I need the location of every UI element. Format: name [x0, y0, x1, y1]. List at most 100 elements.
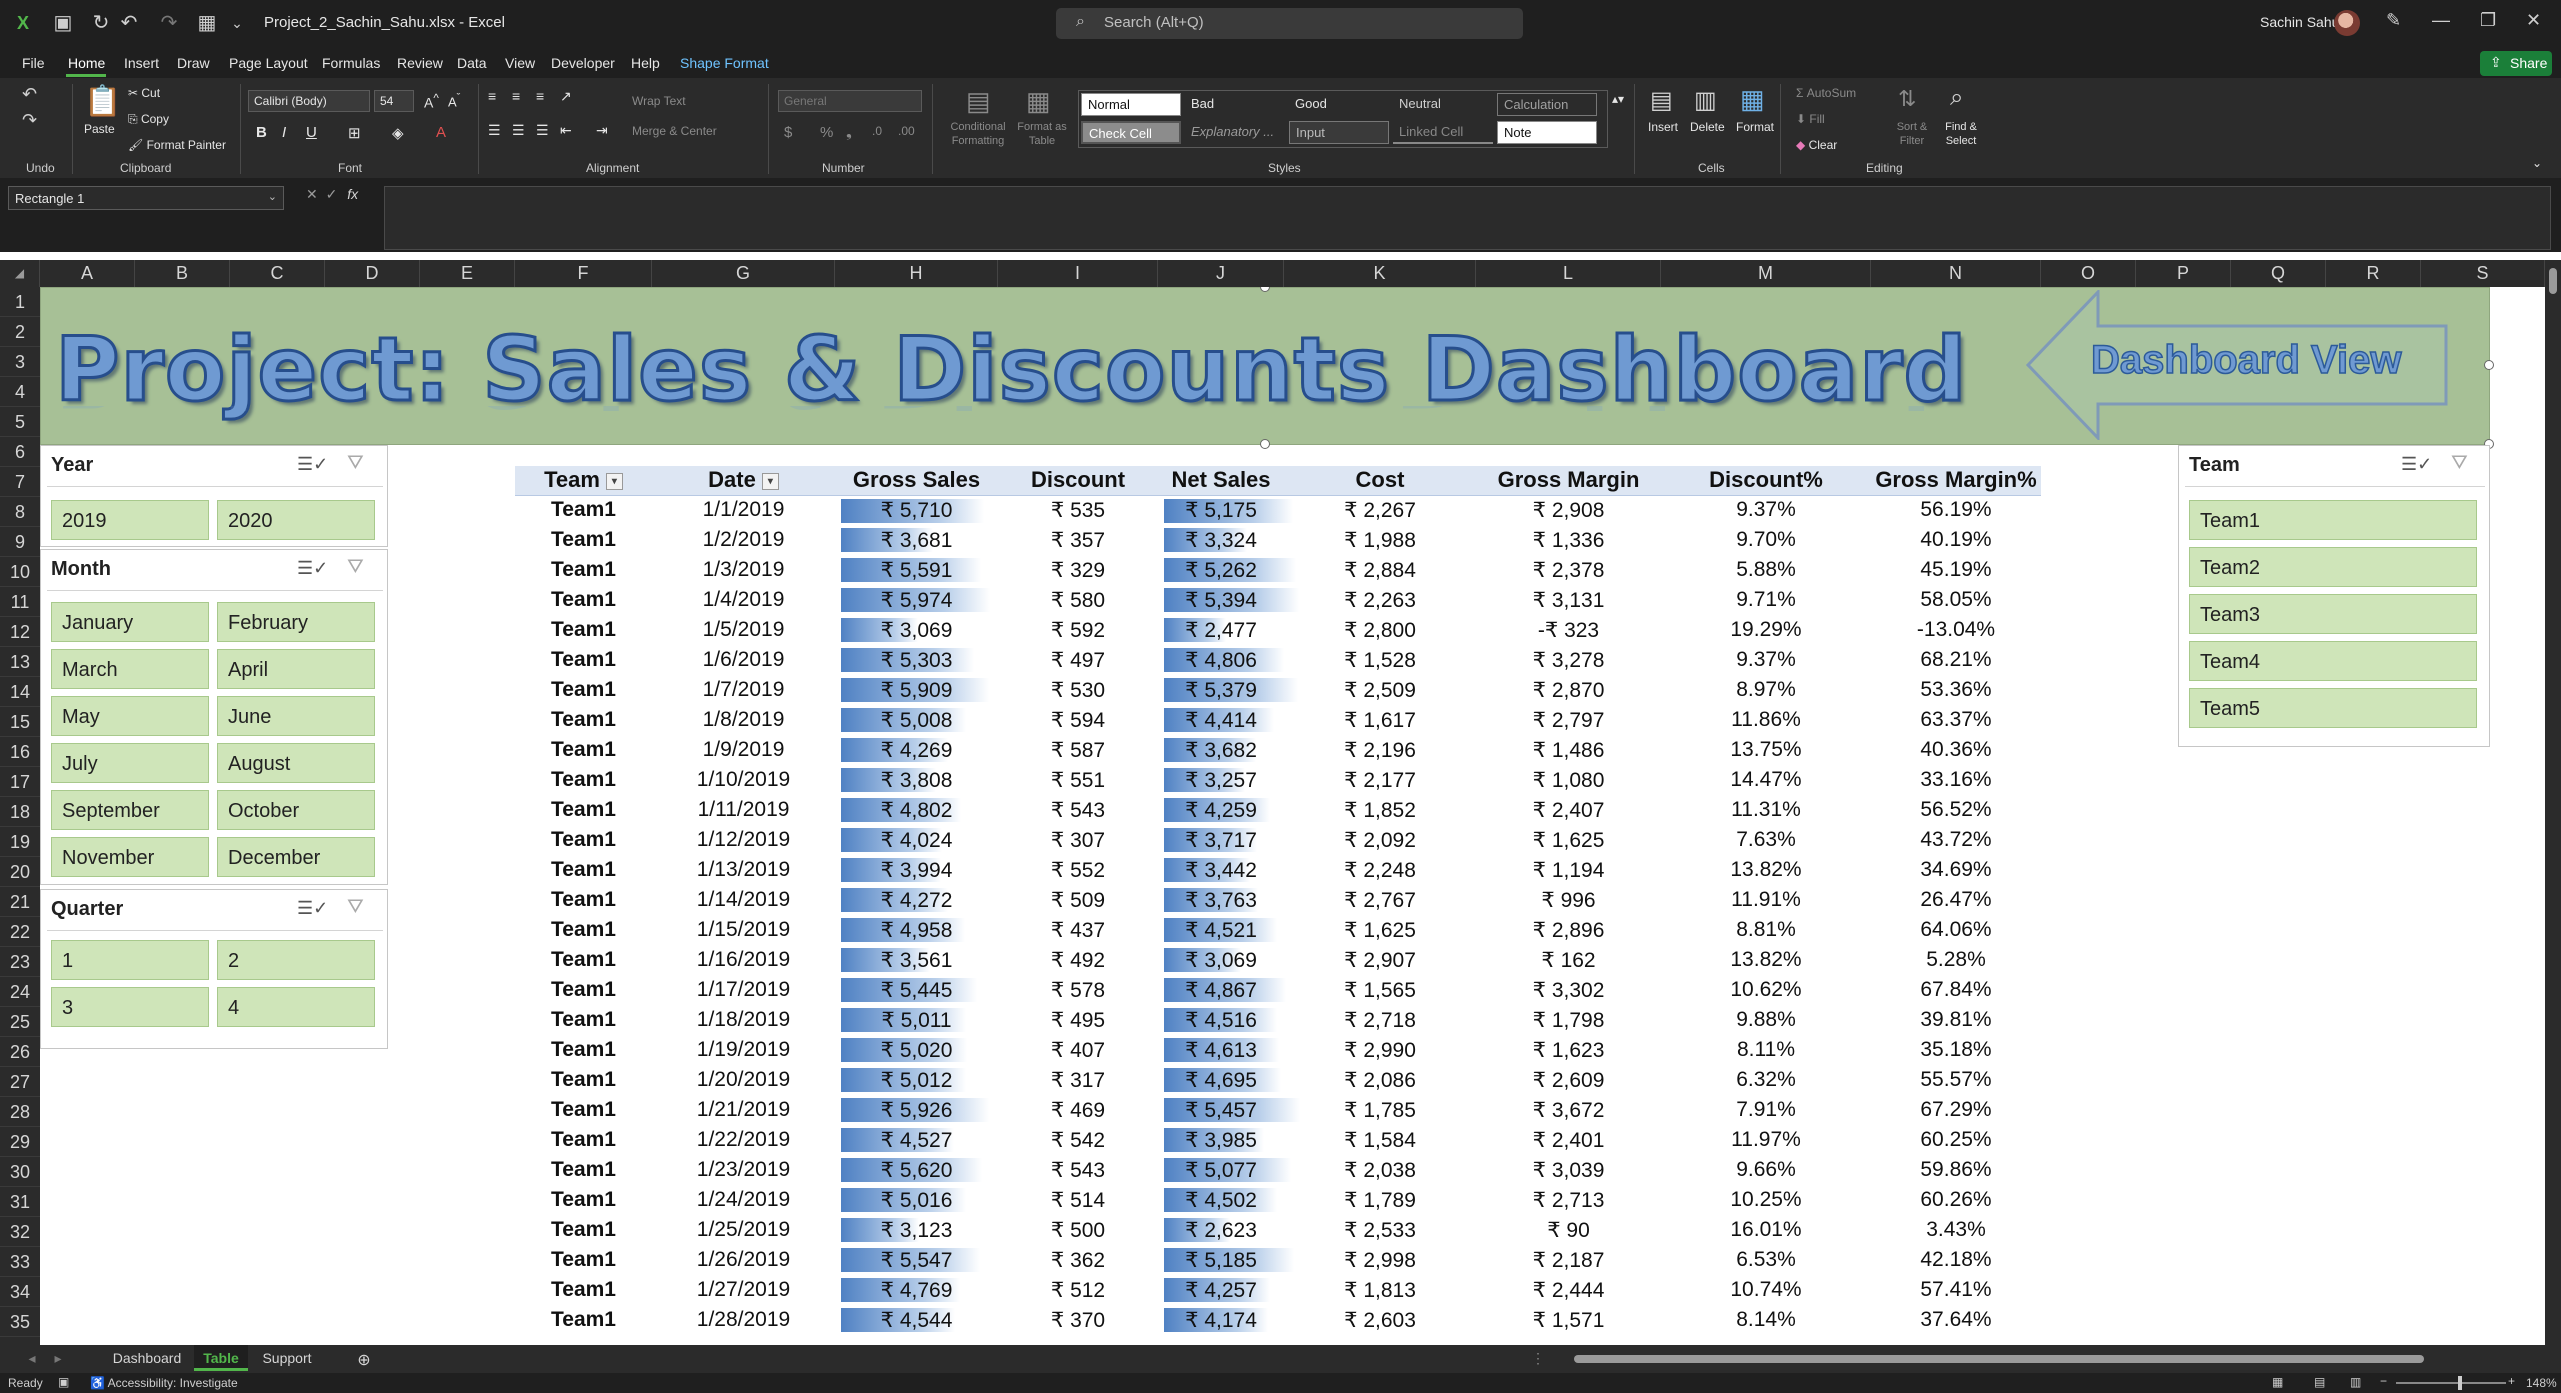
style-normal[interactable]: Normal: [1081, 93, 1181, 116]
cost-cell[interactable]: ₹ 1,528: [1284, 645, 1476, 675]
column-header[interactable]: L: [1476, 260, 1661, 287]
discount-pct-cell[interactable]: 8.14%: [1661, 1305, 1871, 1335]
gross-margin-pct-cell[interactable]: 45.19%: [1871, 555, 2041, 585]
gross-sales-cell[interactable]: ₹ 4,544: [835, 1305, 998, 1335]
slicer-item-december[interactable]: December: [217, 837, 375, 877]
format-button[interactable]: Format: [1736, 120, 1774, 134]
date-cell[interactable]: 1/2/2019: [652, 525, 835, 555]
insert-button[interactable]: Insert: [1648, 120, 1678, 134]
copy-button[interactable]: ⎘ Copy: [128, 112, 169, 127]
row-header[interactable]: 4: [0, 377, 40, 407]
delete-cells-icon[interactable]: ▥: [1694, 86, 1717, 115]
cost-cell[interactable]: ₹ 2,177: [1284, 765, 1476, 795]
gross-margin-cell[interactable]: ₹ 2,870: [1476, 675, 1661, 705]
discount-pct-cell[interactable]: 13.82%: [1661, 945, 1871, 975]
row-header[interactable]: 16: [0, 737, 40, 767]
team-cell[interactable]: Team1: [515, 735, 652, 765]
cost-cell[interactable]: ₹ 1,852: [1284, 795, 1476, 825]
clear-filter-icon[interactable]: ⛛: [347, 452, 364, 475]
gross-margin-cell[interactable]: ₹ 1,194: [1476, 855, 1661, 885]
gross-margin-cell[interactable]: ₹ 3,672: [1476, 1095, 1661, 1125]
cost-cell[interactable]: ₹ 2,509: [1284, 675, 1476, 705]
gross-margin-pct-cell[interactable]: 55.57%: [1871, 1065, 2041, 1095]
insert-cells-icon[interactable]: ▤: [1650, 86, 1673, 115]
decrease-indent-icon[interactable]: ⇤: [560, 122, 572, 139]
date-cell[interactable]: 1/3/2019: [652, 555, 835, 585]
delete-button[interactable]: Delete: [1690, 120, 1725, 134]
cost-cell[interactable]: ₹ 2,248: [1284, 855, 1476, 885]
conditional-formatting-button[interactable]: Conditional Formatting: [944, 120, 1012, 148]
fill-color-icon[interactable]: ◈: [392, 124, 404, 142]
discount-cell[interactable]: ₹ 580: [998, 585, 1158, 615]
column-header[interactable]: R: [2326, 260, 2421, 287]
row-header[interactable]: 7: [0, 467, 40, 497]
net-sales-cell[interactable]: ₹ 2,477: [1158, 615, 1284, 645]
discount-pct-cell[interactable]: 19.29%: [1661, 615, 1871, 645]
clear-button[interactable]: ◆ Clear: [1796, 138, 1837, 152]
accessibility-status[interactable]: ♿ Accessibility: Investigate: [90, 1376, 238, 1390]
menu-shape-format[interactable]: Shape Format: [680, 55, 769, 71]
team-cell[interactable]: Team1: [515, 1215, 652, 1245]
slicer-item-team2[interactable]: Team2: [2189, 547, 2477, 587]
row-header[interactable]: 8: [0, 497, 40, 527]
font-size-select[interactable]: 54: [374, 90, 414, 112]
cost-cell[interactable]: ₹ 2,767: [1284, 885, 1476, 915]
net-sales-cell[interactable]: ₹ 5,457: [1158, 1095, 1301, 1125]
menu-formulas[interactable]: Formulas: [322, 55, 380, 71]
filter-dropdown-icon[interactable]: ▾: [761, 472, 779, 490]
save-icon[interactable]: ▣: [52, 12, 74, 34]
team-cell[interactable]: Team1: [515, 1155, 652, 1185]
page-layout-view-icon[interactable]: ▤: [2314, 1375, 2325, 1389]
gross-sales-cell[interactable]: ₹ 4,769: [835, 1275, 998, 1305]
date-cell[interactable]: 1/10/2019: [652, 765, 835, 795]
gross-sales-cell[interactable]: ₹ 4,269: [835, 735, 998, 765]
date-cell[interactable]: 1/20/2019: [652, 1065, 835, 1095]
styles-scroll-icon[interactable]: ▴▾: [1612, 92, 1624, 106]
gross-margin-pct-cell[interactable]: 35.18%: [1871, 1035, 2041, 1065]
discount-pct-cell[interactable]: 6.32%: [1661, 1065, 1871, 1095]
slicer-item-june[interactable]: June: [217, 696, 375, 736]
date-cell[interactable]: 1/16/2019: [652, 945, 835, 975]
clear-filter-icon[interactable]: ⛛: [2451, 452, 2468, 475]
number-format-select[interactable]: General: [778, 90, 922, 112]
cost-cell[interactable]: ₹ 2,086: [1284, 1065, 1476, 1095]
slicer-item-january[interactable]: January: [51, 602, 209, 642]
formula-input[interactable]: [384, 186, 2551, 250]
discount-pct-cell[interactable]: 5.88%: [1661, 555, 1871, 585]
multi-select-icon[interactable]: ☰✓: [297, 454, 328, 475]
gross-margin-cell[interactable]: ₹ 2,896: [1476, 915, 1661, 945]
column-header[interactable]: O: [2041, 260, 2136, 287]
menu-help[interactable]: Help: [631, 55, 660, 71]
net-sales-cell[interactable]: ₹ 3,257: [1158, 765, 1284, 795]
column-header[interactable]: K: [1284, 260, 1476, 287]
column-header[interactable]: D: [325, 260, 420, 287]
discount-cell[interactable]: ₹ 500: [998, 1215, 1158, 1245]
clear-filter-icon[interactable]: ⛛: [347, 896, 364, 919]
multi-select-icon[interactable]: ☰✓: [297, 558, 328, 579]
avatar[interactable]: [2334, 10, 2360, 36]
style-good[interactable]: Good: [1289, 93, 1389, 116]
discount-pct-cell[interactable]: 9.70%: [1661, 525, 1871, 555]
team-cell[interactable]: Team1: [515, 765, 652, 795]
percent-icon[interactable]: %: [820, 124, 833, 141]
slicer-item-quarter-3[interactable]: 3: [51, 987, 209, 1027]
cost-cell[interactable]: ₹ 2,263: [1284, 585, 1476, 615]
discount-pct-cell[interactable]: 9.66%: [1661, 1155, 1871, 1185]
scroll-thumb[interactable]: [2549, 268, 2557, 294]
gross-margin-pct-cell[interactable]: 3.43%: [1871, 1215, 2041, 1245]
team-cell[interactable]: Team1: [515, 945, 652, 975]
gross-margin-pct-cell[interactable]: 59.86%: [1871, 1155, 2041, 1185]
find-select-button[interactable]: Find & Select: [1938, 120, 1984, 148]
team-cell[interactable]: Team1: [515, 1005, 652, 1035]
gross-sales-cell[interactable]: ₹ 5,012: [835, 1065, 998, 1095]
gross-margin-pct-cell[interactable]: 39.81%: [1871, 1005, 2041, 1035]
column-header[interactable]: G: [652, 260, 835, 287]
team-cell[interactable]: Team1: [515, 1095, 652, 1125]
net-sales-cell[interactable]: ₹ 5,185: [1158, 1245, 1294, 1275]
row-header[interactable]: 6: [0, 437, 40, 467]
gross-margin-cell[interactable]: ₹ 1,336: [1476, 525, 1661, 555]
column-header[interactable]: S: [2421, 260, 2545, 287]
team-cell[interactable]: Team1: [515, 675, 652, 705]
style-bad[interactable]: Bad: [1185, 93, 1285, 116]
discount-pct-cell[interactable]: 7.63%: [1661, 825, 1871, 855]
